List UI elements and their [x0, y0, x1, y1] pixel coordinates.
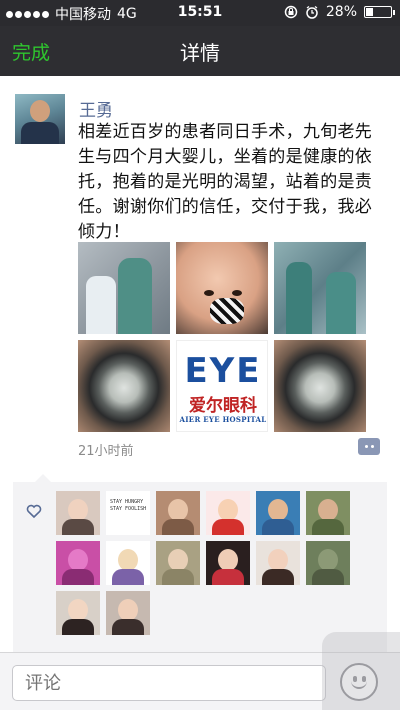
logo-english-text: AIER EYE HOSPITAL: [179, 415, 267, 424]
post-photo[interactable]: [78, 340, 170, 432]
liker-avatar[interactable]: [106, 591, 150, 635]
liker-avatar[interactable]: [306, 541, 350, 585]
assistive-touch-overlay: [322, 632, 400, 710]
liker-avatar[interactable]: [106, 541, 150, 585]
liker-avatar[interactable]: [56, 541, 100, 585]
post-photo[interactable]: [274, 242, 366, 334]
photo-grid: EYE 爱尔眼科 AIER EYE HOSPITAL: [78, 242, 368, 432]
post-photo-logo[interactable]: EYE 爱尔眼科 AIER EYE HOSPITAL: [176, 340, 268, 432]
liker-avatar[interactable]: STAY HUNGRY STAY FOOLISH: [106, 491, 150, 535]
liker-avatar[interactable]: [206, 541, 250, 585]
post-photo[interactable]: [274, 340, 366, 432]
status-bar: 中国移动 4G 15:51 28%: [0, 0, 400, 26]
navigation-bar: 完成 详情: [0, 26, 400, 76]
liker-avatar[interactable]: [206, 491, 250, 535]
alarm-icon: [306, 5, 318, 19]
liker-avatar[interactable]: [156, 491, 200, 535]
liker-avatar[interactable]: [56, 591, 100, 635]
rotation-lock-icon: [284, 5, 298, 19]
likes-panel: STAY HUNGRY STAY FOOLISH: [13, 474, 387, 652]
liker-avatar[interactable]: [306, 491, 350, 535]
battery-icon: [364, 6, 395, 18]
author-avatar[interactable]: [15, 94, 65, 144]
author-name[interactable]: 王勇: [79, 96, 113, 121]
liker-avatar[interactable]: [256, 541, 300, 585]
page-title: 详情: [180, 41, 220, 65]
comment-options-icon[interactable]: [358, 438, 380, 455]
logo-chinese-text: 爱尔眼科: [189, 396, 257, 416]
battery-percent: 28%: [325, 4, 357, 20]
post-text: 相差近百岁的患者同日手术，九旬老先生与四个月大婴儿，坐着的是健康的依托，抱着的是…: [78, 122, 373, 242]
post-photo[interactable]: [176, 242, 268, 334]
liker-avatar[interactable]: [256, 491, 300, 535]
post-photo[interactable]: [78, 242, 170, 334]
liker-avatar-text: STAY HUNGRY STAY FOOLISH: [110, 499, 147, 512]
comment-input[interactable]: [12, 665, 326, 701]
post-timestamp: 21小时前: [78, 444, 134, 459]
logo-eye-text: EYE: [184, 351, 262, 391]
liker-avatar[interactable]: [56, 491, 100, 535]
liker-avatar[interactable]: [156, 541, 200, 585]
heart-icon: [26, 504, 42, 519]
